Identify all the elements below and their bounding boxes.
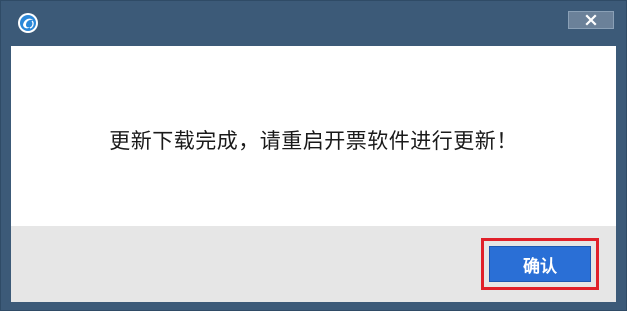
title-bar[interactable] [1, 1, 626, 45]
update-complete-message: 更新下载完成，请重启开票软件进行更新！ [109, 129, 518, 153]
update-dialog-window: 更新下载完成，请重启开票软件进行更新！ 确认 [0, 0, 627, 311]
app-logo-icon [17, 12, 39, 34]
message-area: 更新下载完成，请重启开票软件进行更新！ [11, 46, 616, 226]
close-icon [585, 14, 597, 26]
confirm-highlight-frame: 确认 [481, 238, 599, 290]
dialog-footer: 确认 [11, 226, 616, 302]
confirm-button[interactable]: 确认 [489, 246, 591, 282]
close-button[interactable] [568, 11, 614, 29]
